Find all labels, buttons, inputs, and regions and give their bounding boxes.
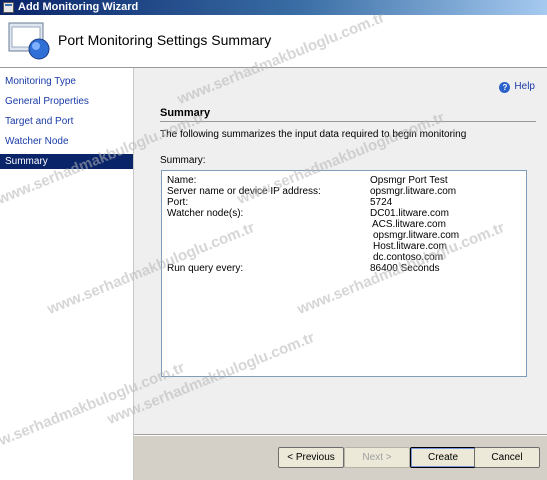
summary-value: opsmgr.litware.com (370, 186, 457, 197)
section-title: Summary (160, 107, 211, 119)
sidebar-item-monitoring-type[interactable]: Monitoring Type (0, 74, 133, 89)
page-title: Port Monitoring Settings Summary (58, 32, 272, 48)
summary-key: Server name or device IP address: (167, 186, 321, 197)
summary-key: Port: (167, 197, 189, 208)
summary-key: Watcher node(s): (167, 208, 244, 219)
help-icon: ? (499, 82, 511, 93)
description-text: The following summarizes the input data … (160, 129, 467, 140)
window-title: Add Monitoring Wizard (18, 1, 139, 13)
summary-key: Run query every: (167, 263, 244, 274)
main-panel: ? Help Summary The following summarizes t… (134, 68, 547, 434)
next-button[interactable]: Next > (344, 447, 410, 468)
summary-value: opsmgr.litware.com (373, 230, 460, 241)
footer-divider-highlight (134, 435, 547, 436)
wizard-header: Port Monitoring Settings Summary (0, 15, 547, 68)
sidebar-item-watcher-node[interactable]: Watcher Node (0, 134, 133, 149)
wizard-steps-sidebar: Monitoring Type General Properties Targe… (0, 68, 134, 480)
cancel-button[interactable]: Cancel (474, 447, 540, 468)
sidebar-item-summary[interactable]: Summary (0, 154, 133, 169)
summary-value: 86400 Seconds (370, 263, 440, 274)
summary-value: DC01.litware.com (370, 208, 449, 219)
summary-value: dc.contoso.com (373, 252, 444, 263)
summary-value: Opsmgr Port Test (370, 175, 448, 186)
summary-textbox[interactable]: Name: Opsmgr Port Test Server name or de… (161, 170, 527, 377)
monitor-icon (8, 22, 50, 60)
sidebar-item-target-and-port[interactable]: Target and Port (0, 114, 133, 129)
summary-label: Summary: (160, 155, 206, 166)
title-bar[interactable]: Add Monitoring Wizard (0, 0, 547, 15)
summary-value: Host.litware.com (373, 241, 447, 252)
summary-value: ACS.litware.com (372, 219, 446, 230)
summary-label-text: Summary: (160, 155, 206, 166)
sidebar-item-general-properties[interactable]: General Properties (0, 94, 133, 109)
summary-value: 5724 (370, 197, 393, 208)
help-link[interactable]: ? Help (499, 81, 535, 93)
wizard-icon (3, 2, 14, 13)
summary-key: Name: (167, 175, 197, 186)
previous-button[interactable]: < Previous (278, 447, 344, 468)
create-button[interactable]: Create (410, 447, 476, 468)
divider (160, 121, 536, 122)
help-label: Help (514, 81, 535, 92)
